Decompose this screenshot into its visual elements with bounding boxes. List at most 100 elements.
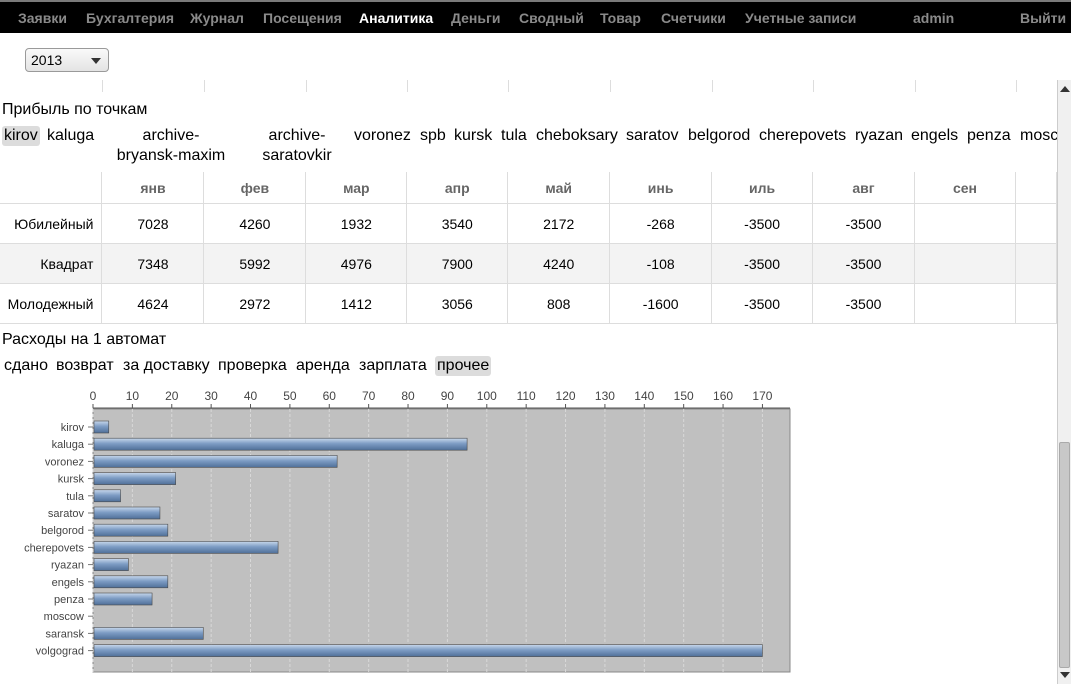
table-cell: 4976 (305, 243, 408, 284)
tab-za-dostavku[interactable]: за доставку (121, 356, 212, 376)
tab-kirov[interactable]: kirov (2, 126, 40, 146)
x-tick-label: 170 (752, 389, 772, 403)
tab-tula[interactable]: tula (499, 126, 529, 146)
scroll-up-icon[interactable] (1060, 86, 1070, 92)
tab-kursk[interactable]: kursk (452, 126, 494, 146)
table-cell: 7028 (101, 203, 205, 244)
y-tick-label: kirov (61, 422, 85, 434)
tab-prochee[interactable]: прочее (435, 356, 492, 376)
column-header: янв (101, 172, 205, 204)
nav-poseshcheniya[interactable]: Посещения (263, 10, 342, 26)
table-cell (914, 283, 1016, 324)
tab-kaluga[interactable]: kaluga (45, 126, 96, 146)
bar (93, 472, 176, 485)
table-row: Квадрат 7348 5992 4976 7900 4240 -108 -3… (0, 243, 1057, 284)
tab-saratov[interactable]: saratov (624, 126, 680, 146)
year-select-value: 2013 (31, 52, 63, 68)
tab-voronez[interactable]: voronez (352, 126, 413, 146)
user-name[interactable]: admin (913, 10, 954, 26)
y-tick-label: cherepovets (24, 542, 84, 554)
x-tick-label: 100 (477, 389, 497, 403)
year-select[interactable]: 2013 (25, 48, 109, 72)
table-cell: -3500 (812, 243, 915, 284)
nav-buhgalteriya[interactable]: Бухгалтерия (86, 10, 174, 26)
table-cell (1015, 203, 1057, 244)
x-tick-label: 160 (713, 389, 733, 403)
tab-cherepovets[interactable]: cherepovets (757, 126, 848, 146)
y-tick-label: engels (52, 577, 85, 589)
bar (93, 437, 468, 451)
bar (93, 558, 129, 571)
x-tick-label: 20 (165, 389, 179, 403)
y-tick-label: moscow (44, 611, 84, 623)
tab-archive-saratovkir[interactable]: archive-saratovkir (256, 126, 338, 166)
table-cell: 2172 (507, 203, 611, 244)
table-cell: 3540 (406, 203, 509, 244)
top-nav-bar: Заявки Бухгалтерия Журнал Посещения Анал… (0, 0, 1071, 33)
x-tick-label: 110 (517, 389, 536, 403)
tab-belgorod[interactable]: belgorod (686, 126, 752, 146)
table-row: Молодежный 4624 2972 1412 3056 808 -1600… (0, 283, 1057, 324)
table-cell: -3500 (812, 203, 915, 244)
tab-vozvrat[interactable]: возврат (54, 356, 116, 376)
expenses-section-title: Расходы на 1 автомат (2, 331, 167, 348)
table-cell: 4240 (507, 243, 611, 284)
table-cell: 5992 (203, 243, 307, 284)
tab-spb[interactable]: spb (418, 126, 448, 146)
y-tick-label: penza (54, 594, 85, 606)
nav-analitika[interactable]: Аналитика (359, 10, 433, 26)
row-name: Молодежный (0, 283, 103, 324)
tab-proverka[interactable]: проверка (216, 356, 289, 376)
y-tick-label: volgograd (36, 646, 84, 658)
column-header (1015, 172, 1057, 204)
column-header: авг (812, 172, 915, 204)
nav-uchetnye-zapisi[interactable]: Учетные записи (745, 10, 856, 26)
x-tick-label: 140 (634, 389, 654, 403)
nav-schetchiki[interactable]: Счетчики (661, 10, 726, 26)
tab-arenda[interactable]: аренда (294, 356, 352, 376)
logout-link[interactable]: Выйти (1020, 10, 1066, 26)
tab-engels[interactable]: engels (909, 126, 960, 146)
tab-ryazan[interactable]: ryazan (853, 126, 905, 146)
x-tick-label: 60 (323, 389, 337, 403)
column-header: сен (914, 172, 1016, 204)
tab-penza[interactable]: penza (965, 126, 1013, 146)
tab-moscow[interactable]: mosco (1018, 126, 1057, 146)
nav-zayavki[interactable]: Заявки (18, 10, 67, 26)
table-cell: 4260 (203, 203, 307, 244)
scrollbar-thumb[interactable] (1059, 442, 1070, 668)
tab-zarplata[interactable]: зарплата (357, 356, 429, 376)
nav-svodnyy[interactable]: Сводный (519, 10, 584, 26)
bar (93, 592, 153, 606)
bar (93, 644, 763, 657)
table-cell: 7900 (406, 243, 509, 284)
x-tick-label: 10 (126, 389, 140, 403)
table-separator-stub (0, 80, 1057, 92)
table-cell: -1600 (609, 283, 713, 324)
y-tick-label: kaluga (52, 439, 85, 451)
column-header: мар (305, 172, 408, 204)
x-tick-label: 70 (362, 389, 376, 403)
table-cell: -3500 (711, 243, 814, 284)
tab-archive-bryansk-maxim[interactable]: archive-bryansk-maxim (113, 126, 229, 166)
x-tick-label: 40 (244, 389, 258, 403)
nav-dengi[interactable]: Деньги (451, 10, 500, 26)
table-cell (1015, 243, 1057, 284)
tab-cheboksary[interactable]: cheboksary (534, 126, 620, 146)
row-name: Квадрат (0, 243, 103, 284)
column-header: инь (609, 172, 713, 204)
bar (93, 627, 204, 640)
column-header: май (507, 172, 611, 204)
header-corner (0, 172, 103, 204)
nav-zhurnal[interactable]: Журнал (190, 10, 244, 26)
vertical-scrollbar[interactable] (1057, 80, 1071, 684)
scroll-down-icon[interactable] (1060, 672, 1070, 678)
bar (93, 523, 169, 537)
row-name: Юбилейный (0, 203, 103, 244)
x-tick-label: 50 (283, 389, 297, 403)
column-header: апр (406, 172, 509, 204)
chevron-down-icon (91, 58, 101, 64)
table-cell: -3500 (711, 203, 814, 244)
nav-tovar[interactable]: Товар (600, 10, 641, 26)
tab-sdano[interactable]: сдано (2, 356, 50, 376)
